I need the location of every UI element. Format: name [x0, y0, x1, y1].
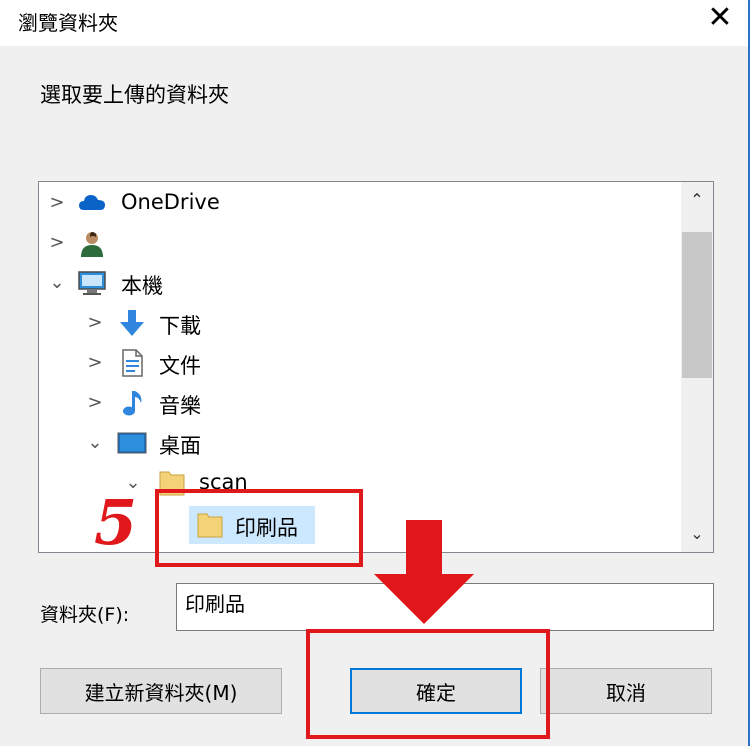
chevron-down-icon[interactable]: ⌄ — [85, 433, 105, 453]
document-icon — [122, 349, 143, 377]
title-bar: 瀏覽資料夾 ✕ — [0, 0, 748, 46]
user-icon — [81, 232, 103, 257]
scrollbar-thumb[interactable] — [682, 232, 712, 378]
dialog-title: 瀏覽資料夾 — [18, 11, 118, 35]
close-icon[interactable]: ✕ — [700, 0, 740, 36]
chevron-right-icon[interactable]: > — [85, 353, 105, 373]
tree-item-onedrive[interactable]: > OneDrive — [39, 186, 659, 220]
tree-item-this-pc[interactable]: ⌄ 本機 — [39, 266, 659, 300]
tree-item-user[interactable]: > — [39, 226, 659, 260]
chevron-right-icon[interactable]: > — [85, 313, 105, 333]
tree-item-label: OneDrive — [121, 190, 220, 214]
annotation-step-number: 5 — [94, 486, 138, 559]
onedrive-cloud-icon — [79, 195, 105, 210]
dialog-prompt: 選取要上傳的資料夾 — [40, 83, 229, 107]
annotation-highlight-folder — [155, 489, 363, 567]
tree-item-label: 桌面 — [159, 434, 201, 458]
annotation-down-arrow-icon — [374, 520, 474, 624]
scroll-up-arrow-icon[interactable]: ⌃ — [681, 182, 713, 218]
desktop-icon — [117, 432, 147, 454]
scroll-down-arrow-icon[interactable]: ⌄ — [681, 516, 713, 552]
tree-item-desktop[interactable]: ⌄ 桌面 — [39, 426, 659, 460]
folder-tree[interactable]: > OneDrive > ⌄ 本機 > 下載 > 文件 > 音樂 ⌄ 桌面 ⌄ … — [38, 181, 714, 553]
tree-item-label: 本機 — [121, 274, 163, 298]
chevron-right-icon[interactable]: > — [47, 193, 67, 213]
tree-item-label: 文件 — [159, 354, 201, 378]
tree-item-downloads[interactable]: > 下載 — [39, 306, 659, 340]
browse-folder-dialog: 瀏覽資料夾 ✕ 選取要上傳的資料夾 > OneDrive > ⌄ 本機 > 下載… — [0, 0, 750, 746]
folder-field-label: 資料夾(F): — [40, 604, 130, 626]
chevron-right-icon[interactable]: > — [85, 393, 105, 413]
computer-icon — [78, 271, 106, 295]
new-folder-button[interactable]: 建立新資料夾(M) — [40, 668, 282, 714]
vertical-scrollbar[interactable]: ⌃ ⌄ — [681, 182, 713, 552]
tree-item-documents[interactable]: > 文件 — [39, 346, 659, 380]
tree-item-label: 音樂 — [159, 394, 201, 418]
music-icon — [123, 391, 142, 416]
cancel-button[interactable]: 取消 — [540, 668, 712, 714]
chevron-down-icon[interactable]: ⌄ — [47, 273, 67, 293]
annotation-highlight-ok — [306, 629, 550, 739]
tree-item-music[interactable]: > 音樂 — [39, 386, 659, 420]
download-icon — [120, 310, 144, 336]
tree-item-label: 下載 — [159, 314, 201, 338]
chevron-right-icon[interactable]: > — [47, 233, 67, 253]
